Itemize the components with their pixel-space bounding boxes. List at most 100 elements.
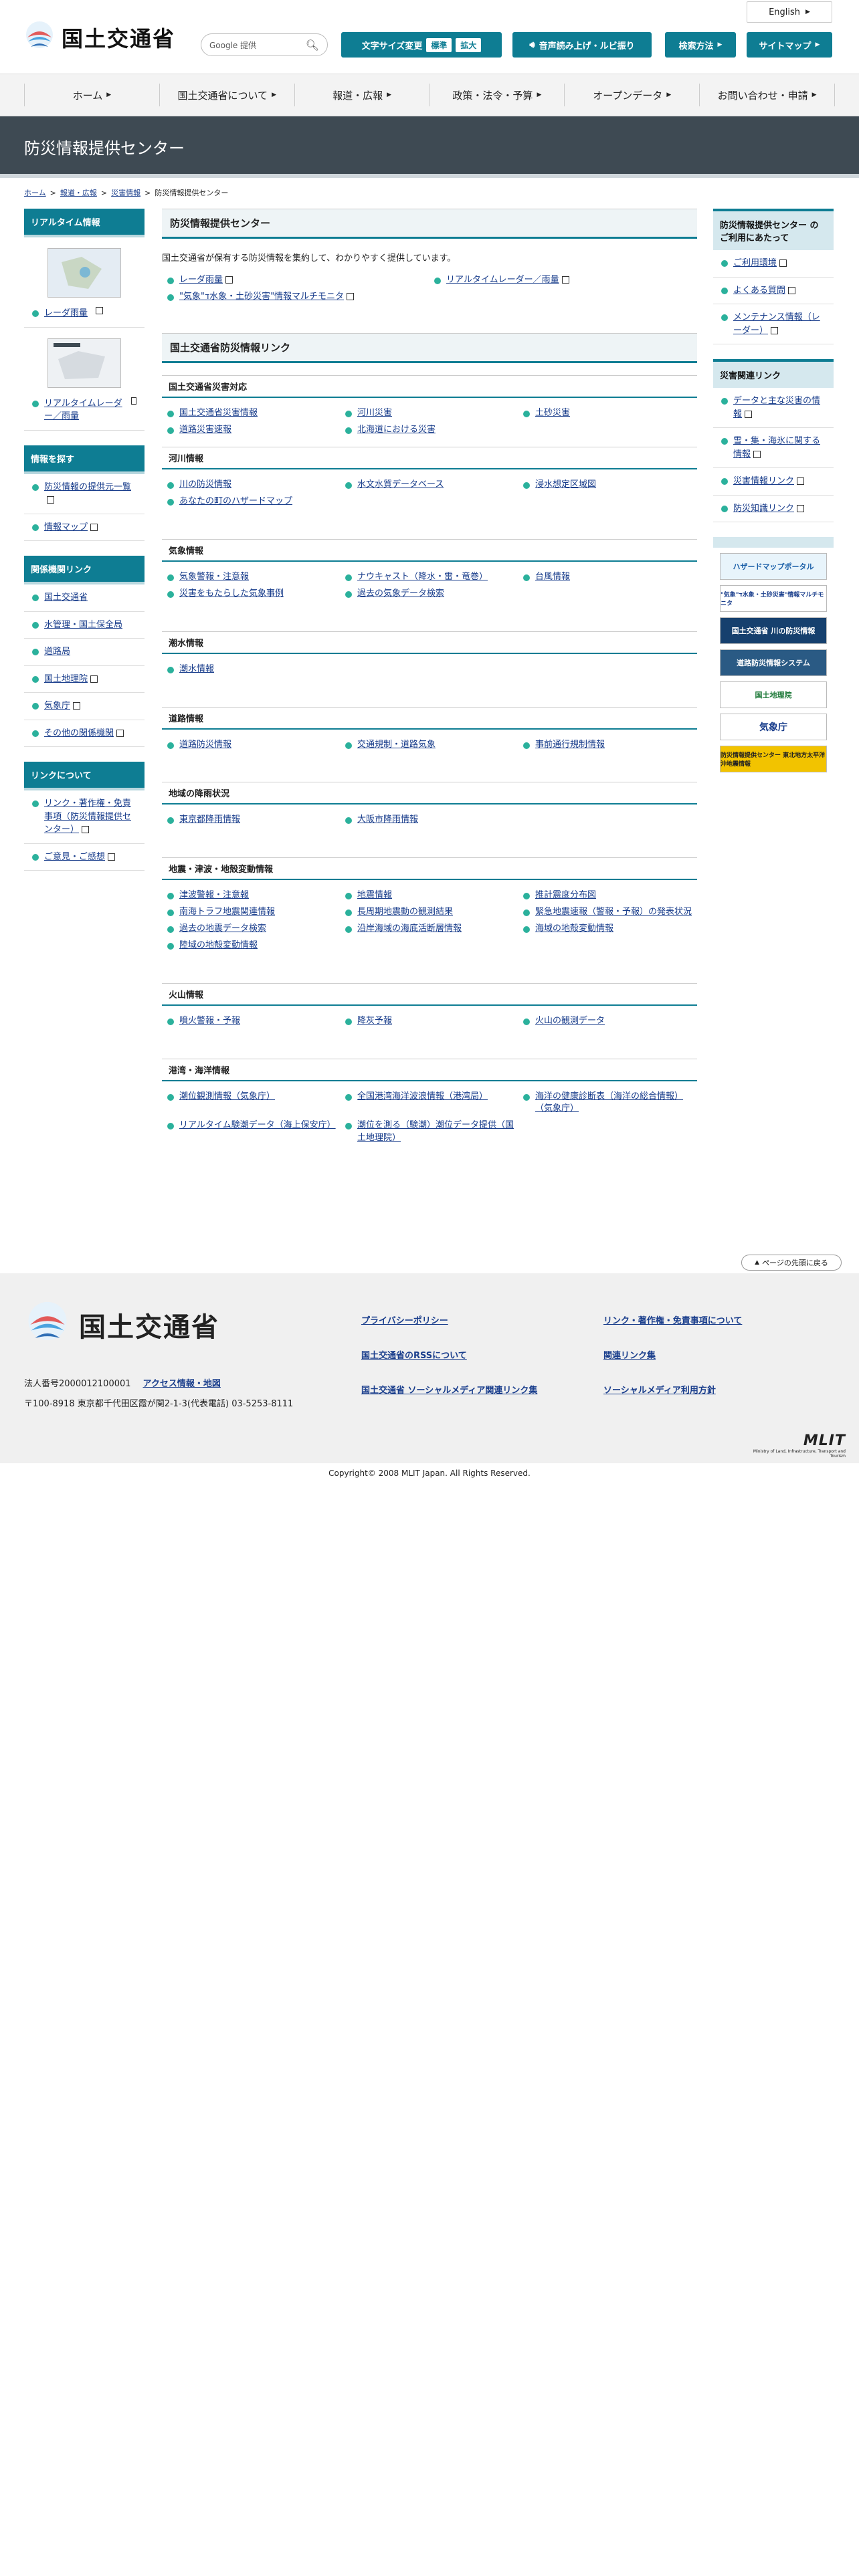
main-link[interactable]: 土砂災害: [535, 407, 570, 420]
main-link[interactable]: 水文水質データベース: [357, 479, 444, 492]
sidebar-item[interactable]: ご意見・ご感想: [24, 844, 145, 871]
sidebar-link[interactable]: 防災知識リンク: [733, 504, 794, 514]
footer-link-rss[interactable]: 国土交通省のRSSについて: [361, 1348, 467, 1361]
breadcrumb-disaster[interactable]: 災害情報: [111, 187, 140, 198]
voice-button[interactable]: 🔊︎ 音声読み上げ・ルビ振り: [512, 32, 652, 58]
list-item[interactable]: 沿岸海域の海底活断層情報: [345, 923, 514, 936]
main-link[interactable]: 降灰予報: [357, 1015, 392, 1028]
main-link[interactable]: 長周期地震動の観測結果: [357, 906, 453, 919]
list-item[interactable]: 海洋の健康診断表（海洋の総合情報）（気象庁）: [523, 1091, 692, 1116]
main-link[interactable]: 交通規制・道路気象: [357, 739, 436, 752]
main-link[interactable]: 陸域の地殻変動情報: [179, 940, 258, 952]
sidebar-item[interactable]: 防災知識リンク: [713, 496, 834, 522]
list-item[interactable]: 潮水情報: [167, 663, 336, 676]
site-logo[interactable]: 国土交通省: [24, 20, 175, 55]
sidebar-item[interactable]: リンク・著作権・免責事項（防災情報提供センター）: [24, 790, 145, 844]
main-link[interactable]: 台風情報: [535, 571, 570, 584]
main-link[interactable]: 大阪市降雨情報: [357, 814, 418, 827]
sidebar-link[interactable]: 防災情報の提供元一覧: [44, 482, 131, 492]
list-item[interactable]: 津波警報・注意報: [167, 889, 336, 902]
access-link[interactable]: アクセス情報・地図: [143, 1376, 221, 1389]
english-button[interactable]: English ▶: [747, 1, 832, 23]
sidebar-item[interactable]: よくある質問: [713, 278, 834, 304]
list-item[interactable]: 気象警報・注意報: [167, 571, 336, 584]
search-method-button[interactable]: 検索方法 ▶: [665, 32, 736, 58]
sidebar-link[interactable]: 気象庁: [44, 701, 70, 711]
sidebar-link[interactable]: 国土地理院: [44, 674, 88, 684]
gnav-press[interactable]: 報道・広報 ▶: [294, 84, 430, 106]
sidebar-link[interactable]: 水管理・国土保全局: [44, 619, 122, 632]
sidebar-link[interactable]: レーダ雨量: [44, 307, 88, 320]
font-standard-button[interactable]: 標準: [426, 37, 452, 52]
list-item[interactable]: "気象"ד水象・土砂災害"情報マルチモニタ: [167, 291, 425, 304]
main-link[interactable]: 南海トラフ地震関連情報: [179, 906, 275, 919]
list-item[interactable]: 潮位観測情報（気象庁）: [167, 1091, 336, 1116]
gnav-policy[interactable]: 政策・法令・予算 ▶: [429, 84, 564, 106]
sidebar-item[interactable]: ご利用環境: [713, 250, 834, 278]
list-item[interactable]: 水文水質データベース: [345, 479, 514, 492]
river-info-banner[interactable]: 国土交通省 川の防災情報: [720, 617, 827, 644]
list-item[interactable]: リアルタイム験潮データ（海上保安庁）: [167, 1119, 336, 1145]
sidebar-item[interactable]: 雪・集・海氷に関する情報: [713, 428, 834, 468]
footer-link-copyright[interactable]: リンク・著作権・免責事項について: [603, 1313, 742, 1326]
gnav-about[interactable]: 国土交通省について ▶: [159, 84, 294, 106]
sidebar-item[interactable]: 国土地理院: [24, 666, 145, 693]
list-item[interactable]: 川の防災情報: [167, 479, 336, 492]
sidebar-link[interactable]: ご意見・ご感想: [44, 852, 105, 862]
hazard-map-banner[interactable]: ハザードマップポータル: [720, 553, 827, 580]
main-link[interactable]: "気象"ד水象・土砂災害"情報マルチモニタ: [179, 292, 344, 302]
footer-link-social-policy[interactable]: ソーシャルメディア利用方針: [603, 1383, 716, 1396]
main-link[interactable]: 海域の地殻変動情報: [535, 923, 613, 936]
sidebar-item[interactable]: 国土交通省: [24, 584, 145, 612]
sidebar-link[interactable]: 道路局: [44, 645, 70, 659]
page-top-button[interactable]: ▲ ページの先頭に戻る: [741, 1255, 842, 1271]
list-item[interactable]: 過去の地震データ検索: [167, 923, 336, 936]
gnav-opendata[interactable]: オープンデータ ▶: [564, 84, 699, 106]
main-link[interactable]: 国土交通省災害情報: [179, 407, 258, 420]
main-link[interactable]: リアルタイム験潮データ（海上保安庁）: [179, 1119, 336, 1145]
font-large-button[interactable]: 拡大: [456, 37, 482, 52]
list-item[interactable]: 地震情報: [345, 889, 514, 902]
list-item[interactable]: 南海トラフ地震関連情報: [167, 906, 336, 919]
road-info-banner[interactable]: 道路防災情報システム: [720, 649, 827, 676]
footer-link-related[interactable]: 関連リンク集: [603, 1348, 656, 1361]
sidebar-link[interactable]: よくある質問: [733, 286, 785, 296]
sidebar-link[interactable]: 災害情報リンク: [733, 476, 794, 486]
main-link[interactable]: 河川災害: [357, 407, 392, 420]
main-link[interactable]: 沿岸海域の海底活断層情報: [357, 923, 462, 936]
list-item[interactable]: レーダ雨量: [167, 274, 425, 287]
main-link[interactable]: 川の防災情報: [179, 479, 231, 492]
list-item[interactable]: 事前通行規制情報: [523, 739, 692, 752]
main-link[interactable]: 東京都降雨情報: [179, 814, 240, 827]
radar-thumbnail[interactable]: [47, 248, 121, 298]
list-item[interactable]: 火山の観測データ: [523, 1015, 692, 1028]
list-item[interactable]: 道路災害速報: [167, 424, 336, 437]
sidebar-link[interactable]: リアルタイムレーダー／雨量: [44, 397, 123, 423]
main-link[interactable]: 過去の地震データ検索: [179, 923, 266, 936]
main-link[interactable]: 潮位観測情報（気象庁）: [179, 1091, 275, 1116]
main-link[interactable]: 潮水情報: [179, 663, 214, 676]
list-item[interactable]: 交通規制・道路気象: [345, 739, 514, 752]
main-link[interactable]: 道路防災情報: [179, 739, 231, 752]
list-item[interactable]: 台風情報: [523, 571, 692, 584]
main-link[interactable]: 道路災害速報: [179, 424, 231, 437]
main-link[interactable]: 噴火警報・予報: [179, 1015, 240, 1028]
sidebar-item-realtime-radar[interactable]: リアルタイムレーダー／雨量: [24, 328, 145, 431]
sidebar-item[interactable]: データと主な災害の情報: [713, 388, 834, 428]
main-link[interactable]: 過去の気象データ検索: [357, 588, 444, 601]
sidebar-item[interactable]: 水管理・国土保全局: [24, 612, 145, 639]
list-item[interactable]: 陸域の地殻変動情報: [167, 940, 336, 952]
main-link[interactable]: 北海道における災害: [357, 424, 436, 437]
main-link[interactable]: 地震情報: [357, 889, 392, 902]
gsi-banner[interactable]: 国土地理院: [720, 681, 827, 708]
gnav-home[interactable]: ホーム ▶: [24, 84, 159, 106]
main-link[interactable]: 津波警報・注意報: [179, 889, 249, 902]
search-input[interactable]: Google 提供 🔍︎: [201, 33, 328, 56]
main-link[interactable]: 事前通行規制情報: [535, 739, 605, 752]
list-item[interactable]: 河川災害: [345, 407, 514, 420]
sidebar-item[interactable]: メンテナンス情報（レーダー）: [713, 304, 834, 344]
main-link[interactable]: 火山の観測データ: [535, 1015, 605, 1028]
main-link[interactable]: 推計震度分布図: [535, 889, 596, 902]
list-item[interactable]: 緊急地震速報（警報・予報）の発表状況: [523, 906, 692, 919]
sidebar-item[interactable]: 気象庁: [24, 693, 145, 720]
